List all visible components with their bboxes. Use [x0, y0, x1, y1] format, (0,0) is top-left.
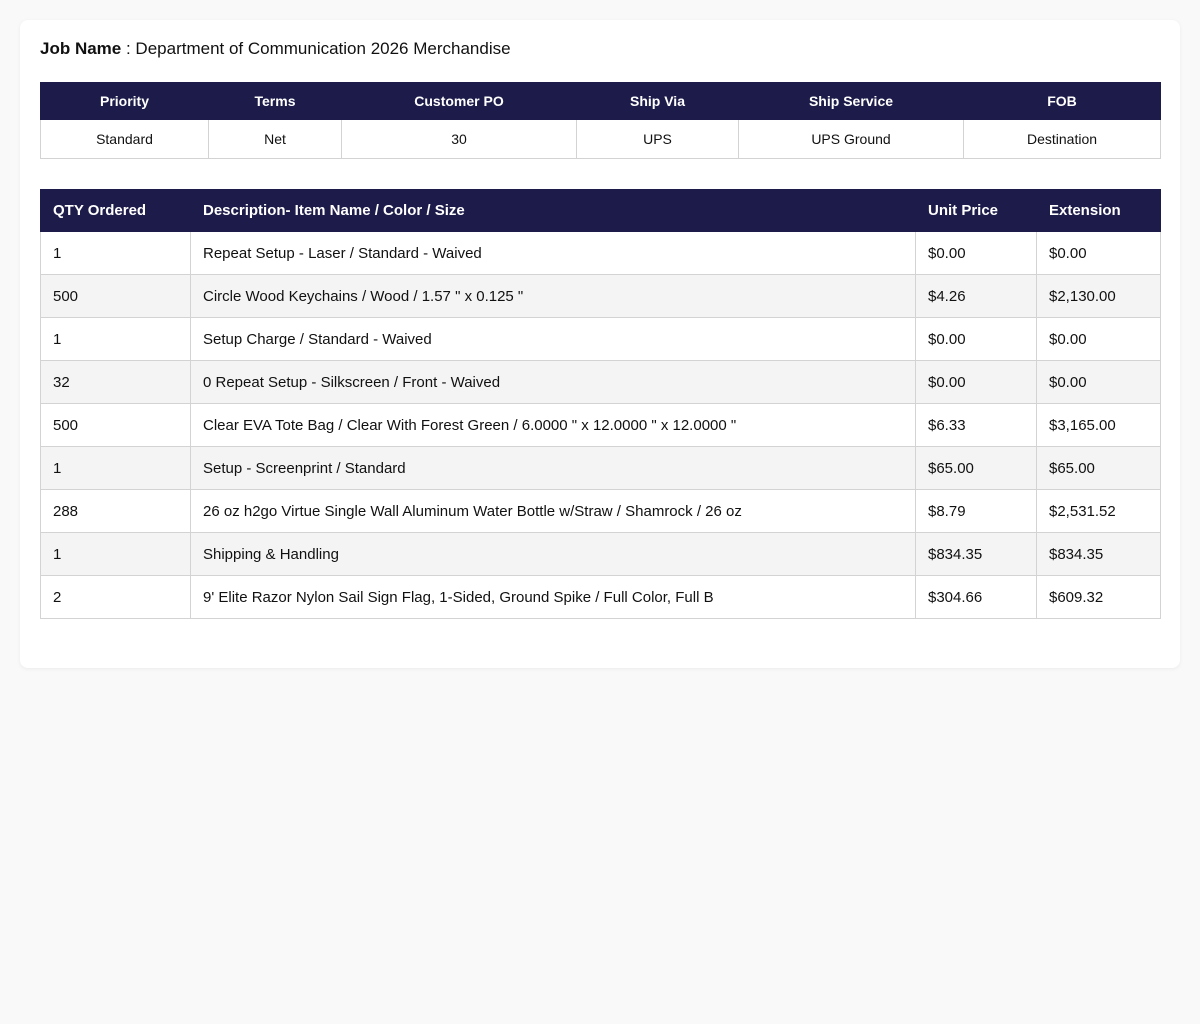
cell-unit-price: $0.00: [915, 231, 1037, 275]
header-ship-service: Ship Service: [738, 82, 964, 120]
table-row: 500 Clear EVA Tote Bag / Clear With Fore…: [40, 403, 1161, 447]
cell-extension: $0.00: [1036, 360, 1161, 404]
value-fob: Destination: [963, 119, 1161, 159]
cell-description: 26 oz h2go Virtue Single Wall Aluminum W…: [190, 489, 916, 533]
cell-unit-price: $8.79: [915, 489, 1037, 533]
table-row: 1 Shipping & Handling $834.35 $834.35: [40, 532, 1161, 576]
header-qty-ordered: QTY Ordered: [40, 189, 191, 232]
cell-unit-price: $0.00: [915, 360, 1037, 404]
cell-description: Setup Charge / Standard - Waived: [190, 317, 916, 361]
header-fob: FOB: [963, 82, 1161, 120]
table-row: 500 Circle Wood Keychains / Wood / 1.57 …: [40, 274, 1161, 318]
header-description: Description- Item Name / Color / Size: [190, 189, 916, 232]
cell-qty: 1: [40, 532, 191, 576]
cell-qty: 1: [40, 231, 191, 275]
cell-unit-price: $834.35: [915, 532, 1037, 576]
order-info-header-row: Priority Terms Customer PO Ship Via Ship…: [40, 82, 1161, 120]
job-name-line: Job Name : Department of Communication 2…: [40, 38, 1160, 60]
table-row: 32 0 Repeat Setup - Silkscreen / Front -…: [40, 360, 1161, 404]
cell-extension: $3,165.00: [1036, 403, 1161, 447]
cell-unit-price: $4.26: [915, 274, 1037, 318]
cell-qty: 2: [40, 575, 191, 619]
cell-qty: 500: [40, 274, 191, 318]
cell-qty: 1: [40, 446, 191, 490]
cell-unit-price: $0.00: [915, 317, 1037, 361]
table-row: 288 26 oz h2go Virtue Single Wall Alumin…: [40, 489, 1161, 533]
cell-description: Shipping & Handling: [190, 532, 916, 576]
cell-description: Clear EVA Tote Bag / Clear With Forest G…: [190, 403, 916, 447]
header-terms: Terms: [208, 82, 342, 120]
table-row: 2 9' Elite Razor Nylon Sail Sign Flag, 1…: [40, 575, 1161, 619]
cell-qty: 32: [40, 360, 191, 404]
value-priority: Standard: [40, 119, 209, 159]
header-unit-price: Unit Price: [915, 189, 1037, 232]
cell-extension: $0.00: [1036, 317, 1161, 361]
order-info-table: Priority Terms Customer PO Ship Via Ship…: [40, 82, 1161, 159]
cell-description: 0 Repeat Setup - Silkscreen / Front - Wa…: [190, 360, 916, 404]
line-items-table: QTY Ordered Description- Item Name / Col…: [40, 189, 1161, 619]
value-ship-service: UPS Ground: [738, 119, 964, 159]
value-customer-po: 30: [341, 119, 577, 159]
job-name-value: Department of Communication 2026 Merchan…: [135, 39, 511, 58]
table-row: 1 Repeat Setup - Laser / Standard - Waiv…: [40, 231, 1161, 275]
order-card: Job Name : Department of Communication 2…: [20, 20, 1180, 668]
cell-unit-price: $6.33: [915, 403, 1037, 447]
header-extension: Extension: [1036, 189, 1161, 232]
cell-extension: $834.35: [1036, 532, 1161, 576]
cell-unit-price: $304.66: [915, 575, 1037, 619]
cell-extension: $2,531.52: [1036, 489, 1161, 533]
cell-description: 9' Elite Razor Nylon Sail Sign Flag, 1-S…: [190, 575, 916, 619]
cell-qty: 500: [40, 403, 191, 447]
cell-description: Circle Wood Keychains / Wood / 1.57 " x …: [190, 274, 916, 318]
cell-qty: 1: [40, 317, 191, 361]
job-name-separator: :: [121, 39, 136, 58]
header-priority: Priority: [40, 82, 209, 120]
header-ship-via: Ship Via: [576, 82, 739, 120]
cell-extension: $65.00: [1036, 446, 1161, 490]
cell-extension: $609.32: [1036, 575, 1161, 619]
header-customer-po: Customer PO: [341, 82, 577, 120]
line-items-header-row: QTY Ordered Description- Item Name / Col…: [40, 189, 1161, 232]
table-row: 1 Setup Charge / Standard - Waived $0.00…: [40, 317, 1161, 361]
cell-description: Repeat Setup - Laser / Standard - Waived: [190, 231, 916, 275]
value-ship-via: UPS: [576, 119, 739, 159]
cell-extension: $0.00: [1036, 231, 1161, 275]
table-row: 1 Setup - Screenprint / Standard $65.00 …: [40, 446, 1161, 490]
cell-extension: $2,130.00: [1036, 274, 1161, 318]
cell-unit-price: $65.00: [915, 446, 1037, 490]
value-terms: Net: [208, 119, 342, 159]
cell-qty: 288: [40, 489, 191, 533]
job-name-label: Job Name: [40, 39, 122, 58]
order-info-value-row: Standard Net 30 UPS UPS Ground Destinati…: [40, 119, 1161, 159]
cell-description: Setup - Screenprint / Standard: [190, 446, 916, 490]
